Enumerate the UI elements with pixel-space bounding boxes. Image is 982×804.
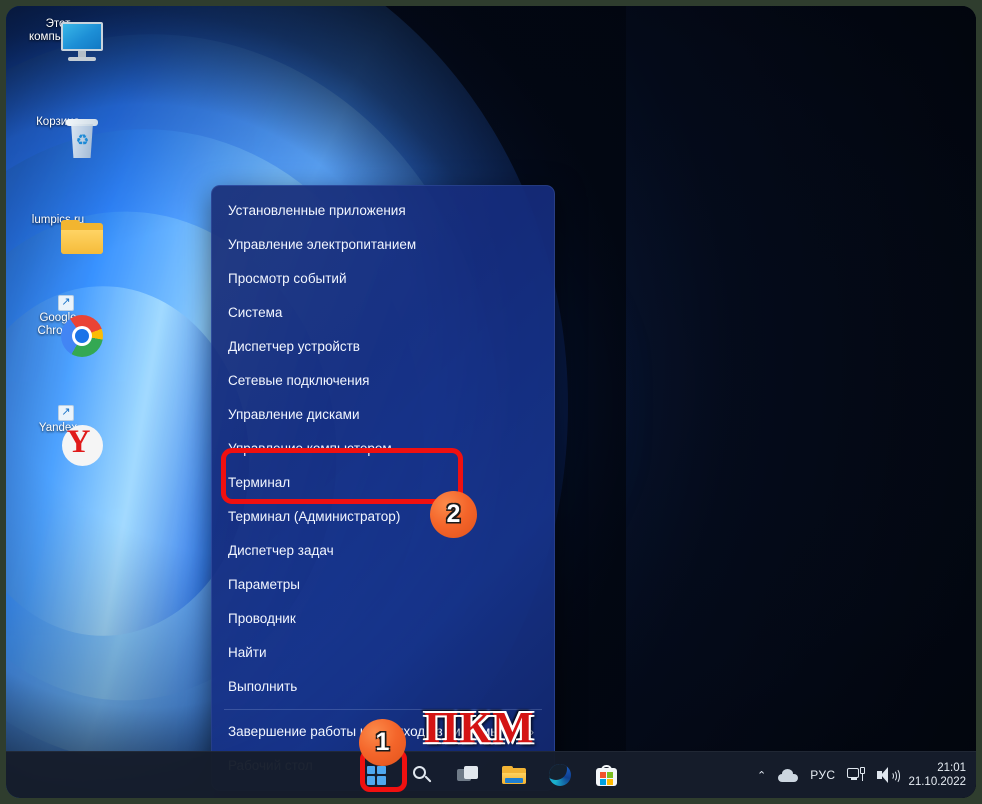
menu-item-device-manager[interactable]: Диспетчер устройств: [212, 330, 554, 364]
taskbar[interactable]: ⌃ РУС 21:01 21.10.2022: [6, 751, 976, 798]
desktop-icon-this-computer[interactable]: Этот компьютер: [14, 18, 103, 61]
menu-item-network-connections[interactable]: Сетевые подключения: [212, 364, 554, 398]
menu-item-power-management[interactable]: Управление электропитанием: [212, 228, 554, 262]
taskbar-edge-button[interactable]: [540, 756, 580, 794]
menu-item-label: Установленные приложения: [228, 203, 406, 218]
menu-item-label: Выполнить: [228, 679, 298, 694]
shortcut-arrow-icon: ↗: [58, 405, 74, 421]
menu-item-terminal-admin[interactable]: Терминал (Администратор): [212, 500, 554, 534]
onedrive-cloud-icon[interactable]: [778, 768, 799, 782]
menu-item-system[interactable]: Система: [212, 296, 554, 330]
tray-overflow-chevron-icon[interactable]: ⌃: [757, 769, 766, 782]
desktop[interactable]: Этот компьютер ♻ Корзина lumpics.ru ↗ Go…: [6, 6, 976, 798]
shortcut-arrow-icon: ↗: [58, 295, 74, 311]
clock[interactable]: 21:01 21.10.2022: [908, 761, 968, 789]
step-badge-1-number: 1: [375, 728, 390, 756]
menu-item-label: Система: [228, 305, 283, 320]
taskbar-search-button[interactable]: [402, 756, 442, 794]
menu-item-label: Параметры: [228, 577, 300, 592]
menu-item-file-explorer[interactable]: Проводник: [212, 602, 554, 636]
folder-icon: [502, 765, 526, 785]
pkm-annotation-label: ПКМ: [424, 703, 535, 752]
clock-date: 21.10.2022: [908, 776, 966, 788]
menu-item-label: Диспетчер задач: [228, 543, 334, 558]
menu-item-task-manager[interactable]: Диспетчер задач: [212, 534, 554, 568]
search-icon: [412, 765, 432, 785]
clock-time: 21:01: [937, 762, 966, 774]
menu-item-label: Найти: [228, 645, 267, 660]
store-icon: [595, 764, 617, 786]
menu-item-settings[interactable]: Параметры: [212, 568, 554, 602]
desktop-icon-lumpics-folder[interactable]: lumpics.ru: [14, 214, 103, 254]
edge-icon: [549, 764, 571, 786]
menu-item-label: Проводник: [228, 611, 296, 626]
terminal-highlight-box: [221, 448, 463, 504]
taskbar-file-explorer-button[interactable]: [494, 756, 534, 794]
menu-item-search[interactable]: Найти: [212, 636, 554, 670]
menu-item-disk-management[interactable]: Управление дисками: [212, 398, 554, 432]
menu-item-label: Управление дисками: [228, 407, 360, 422]
screen-frame: Этот компьютер ♻ Корзина lumpics.ru ↗ Go…: [0, 0, 982, 804]
task-view-icon: [457, 766, 479, 784]
step-badge-2: 2: [430, 491, 477, 538]
menu-item-event-viewer[interactable]: Просмотр событий: [212, 262, 554, 296]
menu-item-installed-apps[interactable]: Установленные приложения: [212, 194, 554, 228]
desktop-icon-recycle-bin[interactable]: ♻ Корзина: [14, 116, 102, 158]
menu-item-label: Диспетчер устройств: [228, 339, 360, 354]
step-badge-2-number: 2: [446, 500, 461, 528]
menu-item-label: Просмотр событий: [228, 271, 347, 286]
volume-icon[interactable]: [877, 767, 901, 784]
step-badge-1: 1: [359, 719, 406, 766]
menu-item-label: Сетевые подключения: [228, 373, 370, 388]
network-icon[interactable]: [847, 767, 866, 783]
menu-item-label: Управление электропитанием: [228, 237, 417, 252]
taskbar-store-button[interactable]: [586, 756, 626, 794]
system-tray[interactable]: ⌃ РУС 21:01 21.10.2022: [757, 752, 968, 798]
desktop-icon-yandex[interactable]: Y ↗ Yandex: [14, 405, 103, 466]
language-indicator[interactable]: РУС: [810, 768, 835, 782]
desktop-icon-google-chrome[interactable]: ↗ Google Chrome: [14, 295, 103, 357]
taskbar-task-view-button[interactable]: [448, 756, 488, 794]
menu-item-run[interactable]: Выполнить: [212, 670, 554, 704]
menu-item-label: Терминал (Администратор): [228, 509, 401, 524]
